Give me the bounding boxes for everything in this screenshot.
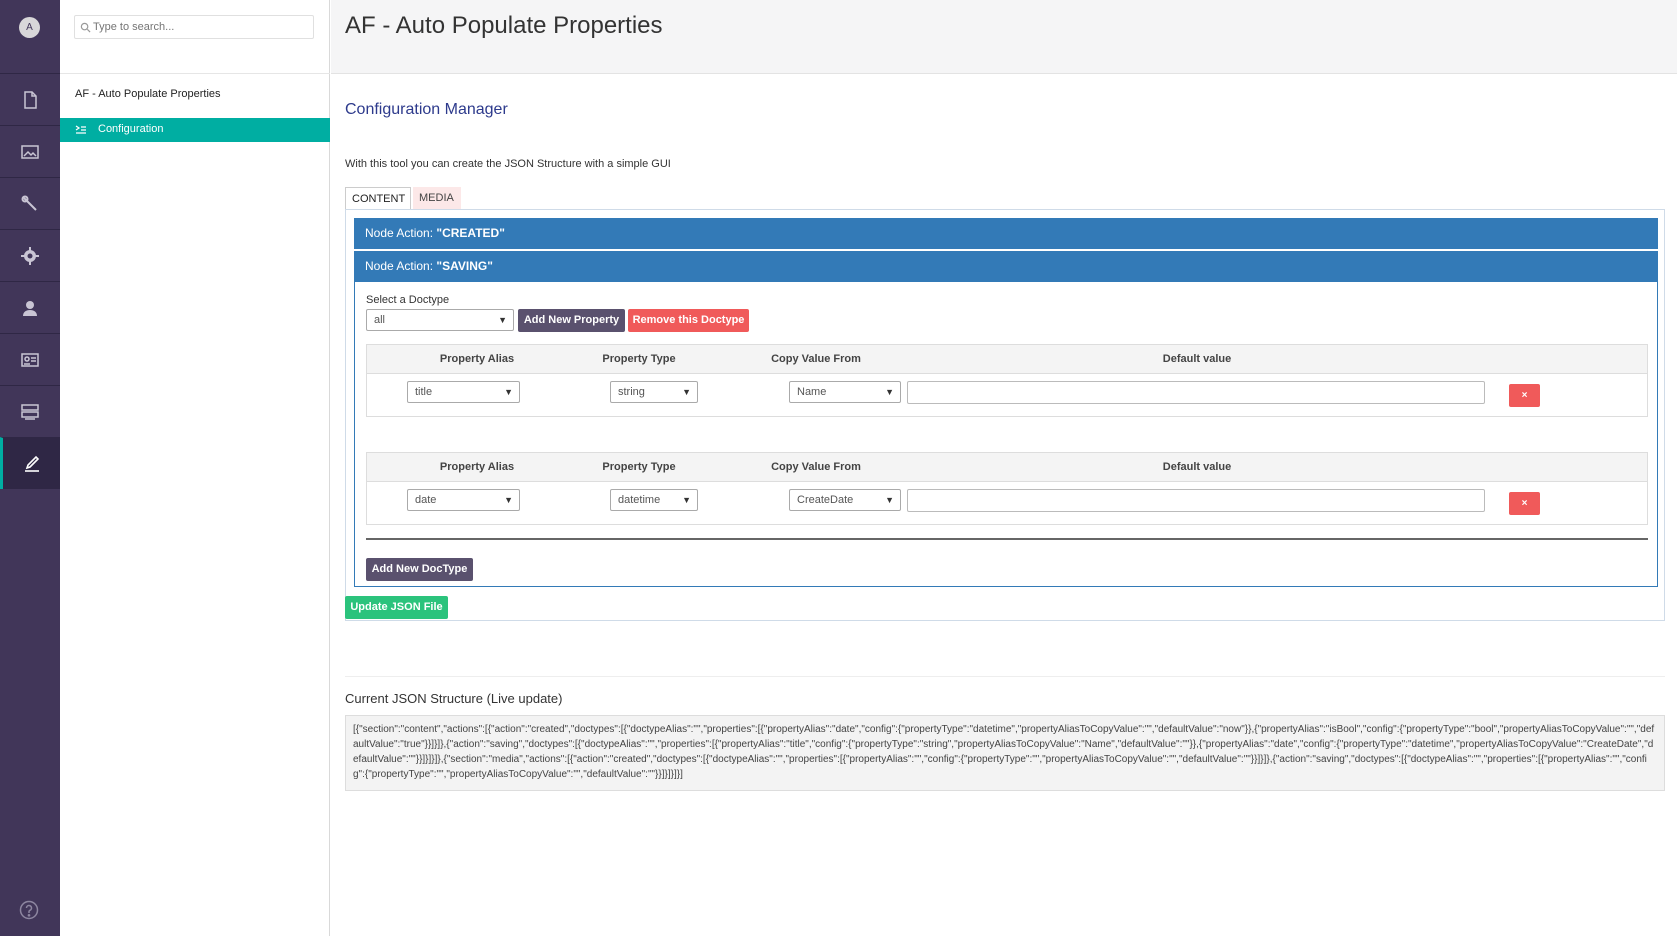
remove-doctype-button[interactable]: Remove this Doctype (628, 309, 749, 332)
page-header: AF - Auto Populate Properties (331, 0, 1677, 74)
property-type-select[interactable]: datetime ▼ (610, 489, 698, 511)
chevron-down-icon: ▼ (682, 387, 691, 397)
tree-panel: AF - Auto Populate Properties Configurat… (60, 0, 330, 936)
forms-section-button[interactable] (0, 385, 60, 437)
help-icon[interactable] (19, 900, 39, 920)
column-header-default: Default value (1162, 461, 1232, 473)
update-json-button[interactable]: Update JSON File (345, 596, 448, 619)
property-alias-value: date (415, 494, 437, 506)
gear-icon (21, 246, 39, 265)
users-section-button[interactable] (0, 281, 60, 333)
page-title: AF - Auto Populate Properties (345, 12, 663, 39)
property-table: Property Alias Property Type Copy Value … (366, 344, 1648, 417)
property-type-value: datetime (618, 494, 661, 506)
copy-value-value: Name (797, 386, 827, 398)
add-property-button[interactable]: Add New Property (518, 309, 625, 332)
saving-action-body: Select a Doctype all ▼ Add New Property … (354, 282, 1658, 587)
column-header-default: Default value (1162, 353, 1232, 365)
property-table: Property Alias Property Type Copy Value … (366, 452, 1648, 525)
default-value-input[interactable] (907, 381, 1485, 404)
content-section-button[interactable] (0, 73, 60, 125)
app-nav-rail: A (0, 0, 60, 936)
table-header: Property Alias Property Type Copy Value … (367, 345, 1647, 374)
copy-value-select[interactable]: CreateDate ▼ (789, 489, 901, 511)
tab-media[interactable]: MEDIA (413, 187, 461, 210)
action-name: "SAVING" (436, 259, 493, 273)
tab-content[interactable]: CONTENT (345, 187, 411, 210)
tree-divider (60, 73, 330, 74)
default-value-input[interactable] (907, 489, 1485, 512)
copy-value-select[interactable]: Name ▼ (789, 381, 901, 403)
user-icon (23, 300, 37, 316)
delete-property-button[interactable]: × (1509, 384, 1540, 407)
chevron-down-icon: ▼ (498, 315, 507, 325)
column-header-type: Property Type (602, 461, 676, 473)
custom-section-button[interactable] (0, 437, 60, 489)
chevron-down-icon: ▼ (885, 495, 894, 505)
edit-pen-icon (24, 455, 39, 472)
search-icon (80, 22, 91, 33)
table-header: Property Alias Property Type Copy Value … (367, 453, 1647, 482)
property-alias-select[interactable]: title ▼ (407, 381, 520, 403)
tree-root-label[interactable]: AF - Auto Populate Properties (75, 88, 221, 100)
user-avatar[interactable]: A (19, 17, 40, 38)
section-title: Configuration Manager (345, 101, 508, 118)
main-area: AF - Auto Populate Properties Configurat… (331, 0, 1677, 936)
column-header-copy-from: Copy Value From (771, 353, 861, 365)
configuration-list-icon (75, 125, 86, 134)
column-header-copy-from: Copy Value From (771, 461, 861, 473)
tree-item-configuration[interactable]: Configuration (60, 118, 330, 142)
copy-value-value: CreateDate (797, 494, 854, 506)
property-type-select[interactable]: string ▼ (610, 381, 698, 403)
tree-search[interactable] (74, 15, 314, 39)
settings-wrench-icon (21, 195, 37, 211)
add-doctype-button[interactable]: Add New DocType (366, 558, 473, 581)
column-header-alias: Property Alias (439, 461, 515, 473)
action-bar-created[interactable]: Node Action: "CREATED" (354, 218, 1658, 249)
property-alias-value: title (415, 386, 433, 398)
column-header-alias: Property Alias (439, 353, 515, 365)
json-output[interactable]: [{"section":"content","actions":[{"actio… (345, 715, 1665, 791)
media-section-button[interactable] (0, 125, 60, 177)
content-tab-panel: Node Action: "CREATED" Node Action: "SAV… (345, 209, 1665, 621)
search-input[interactable] (93, 18, 308, 36)
action-bar-saving[interactable]: Node Action: "SAVING" (354, 251, 1658, 282)
property-alias-select[interactable]: date ▼ (407, 489, 520, 511)
forms-icon (21, 403, 39, 420)
property-type-value: string (618, 386, 645, 398)
doctype-select-value: all (374, 314, 386, 326)
close-icon: × (1521, 498, 1528, 509)
action-prefix: Node Action: (365, 259, 437, 273)
settings-wrench-button[interactable] (0, 177, 60, 229)
intro-text: With this tool you can create the JSON S… (345, 158, 671, 170)
members-icon (21, 352, 39, 367)
json-title: Current JSON Structure (Live update) (345, 691, 563, 706)
section-separator (345, 676, 1665, 677)
doctype-select[interactable]: all ▼ (366, 309, 514, 331)
column-header-type: Property Type (602, 353, 676, 365)
content-icon (24, 90, 37, 109)
delete-property-button[interactable]: × (1509, 492, 1540, 515)
chevron-down-icon: ▼ (885, 387, 894, 397)
members-section-button[interactable] (0, 333, 60, 385)
doctype-label: Select a Doctype (366, 294, 450, 306)
tree-item-label: Configuration (98, 123, 164, 135)
action-name: "CREATED" (436, 226, 505, 240)
chevron-down-icon: ▼ (682, 495, 691, 505)
close-icon: × (1521, 390, 1528, 401)
chevron-down-icon: ▼ (504, 495, 513, 505)
action-prefix: Node Action: (365, 226, 437, 240)
media-icon (21, 144, 39, 159)
chevron-down-icon: ▼ (504, 387, 513, 397)
settings-gear-button[interactable] (0, 229, 60, 281)
doctype-divider (366, 538, 1648, 540)
